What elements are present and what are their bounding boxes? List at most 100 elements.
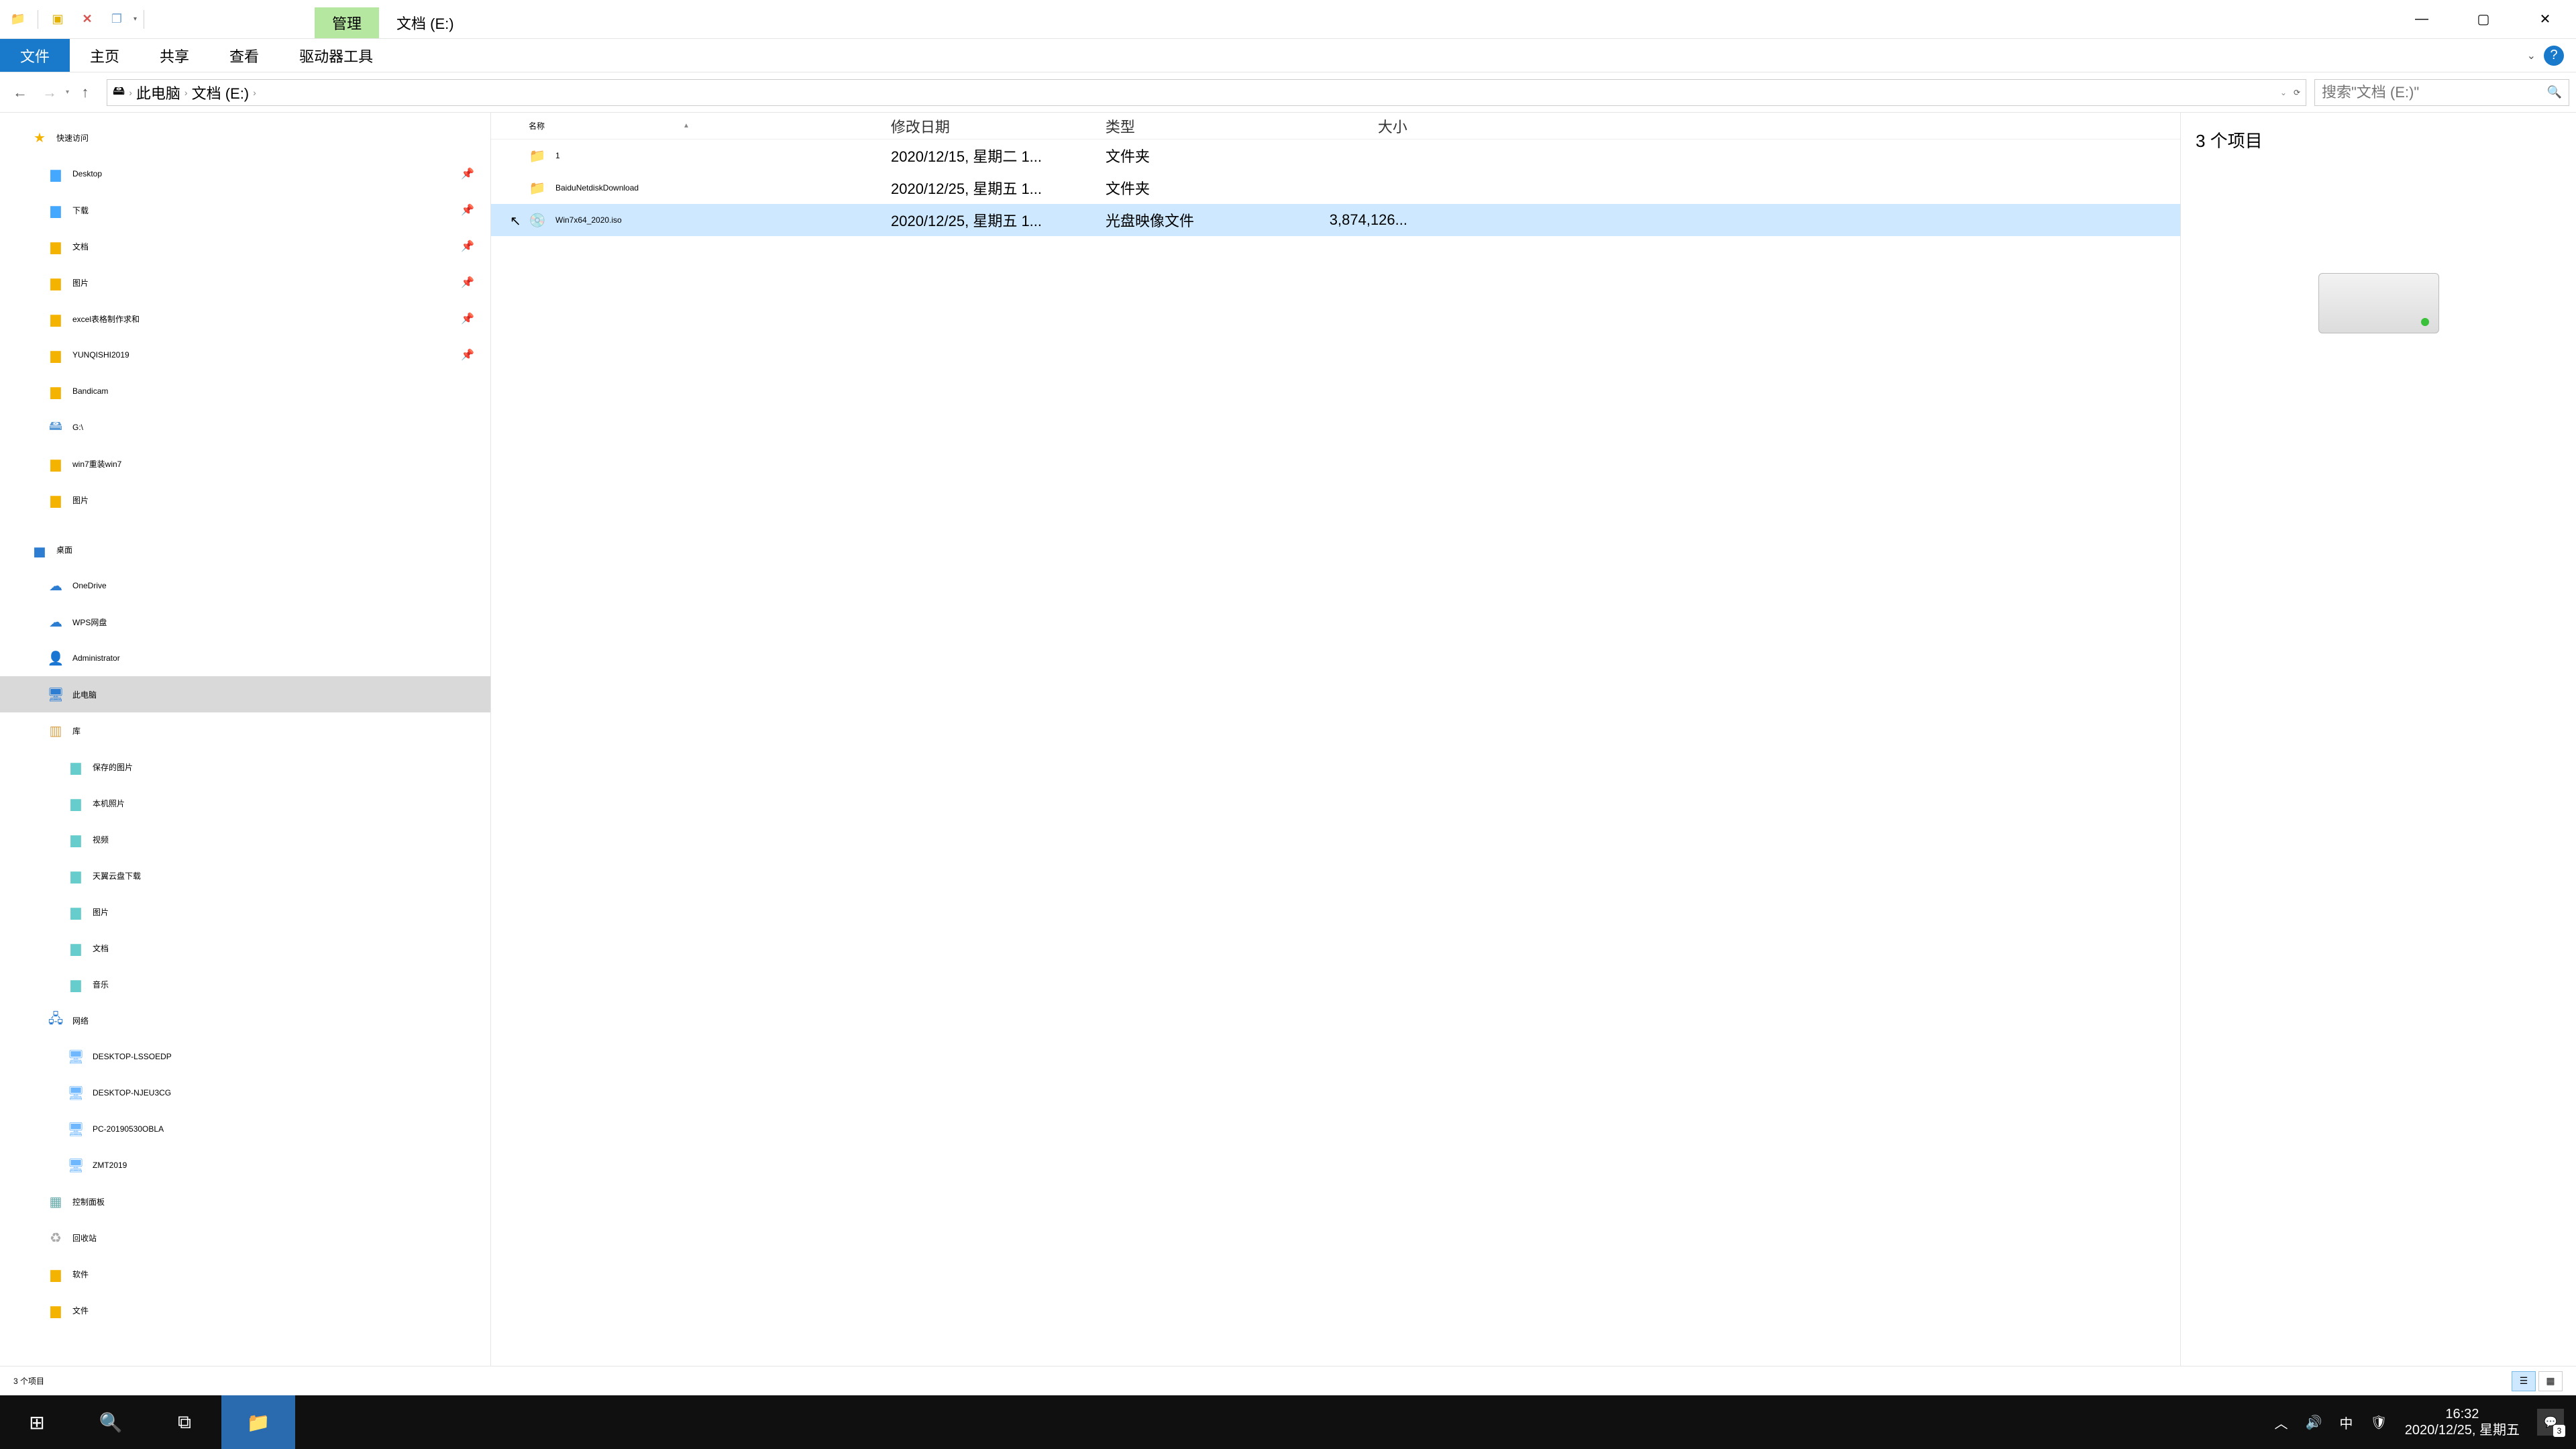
chevron-right-icon[interactable]: › [253, 87, 256, 98]
file-row[interactable]: 📁1 2020/12/15, 星期二 1... 文件夹 [491, 140, 2180, 172]
qat-close-icon[interactable]: ✕ [74, 7, 100, 32]
search-button[interactable]: 🔍 [74, 1395, 148, 1449]
tray-expand-icon[interactable]: ︿ [2274, 1413, 2288, 1432]
tree-lib-docs[interactable]: ▆文档 [0, 930, 490, 966]
search-icon[interactable]: 🔍 [2547, 85, 2562, 99]
folder-icon: ▆ [47, 274, 64, 291]
tree-lib-videos[interactable]: ▆视频 [0, 821, 490, 857]
nav-tree[interactable]: ★快速访问 ▆Desktop📌 ▆下载📌 ▆文档📌 ▆图片📌 ▆excel表格制… [0, 113, 491, 1366]
view-details-button[interactable]: ☰ [2512, 1371, 2536, 1391]
ribbon-tab-drive[interactable]: 驱动器工具 [279, 39, 393, 72]
col-size[interactable]: 大小 [1287, 115, 1407, 137]
tree-downloads[interactable]: ▆下载📌 [0, 192, 490, 228]
tree-control-panel[interactable]: ▦控制面板 [0, 1183, 490, 1220]
nav-forward-button[interactable]: → [36, 79, 63, 106]
chevron-right-icon[interactable]: › [129, 87, 132, 98]
qat-dropdown-icon[interactable]: ▾ [133, 15, 137, 23]
clock[interactable]: 16:32 2020/12/25, 星期五 [2405, 1406, 2520, 1438]
col-date[interactable]: 修改日期 [891, 115, 1106, 137]
minimize-button[interactable]: — [2391, 0, 2453, 39]
tree-yunqishi[interactable]: ▆YUNQISHI2019📌 [0, 337, 490, 373]
ime-indicator[interactable]: 中 [2339, 1413, 2353, 1432]
file-row[interactable]: 💿Win7x64_2020.iso↖ 2020/12/25, 星期五 1... … [491, 204, 2180, 236]
search-box[interactable]: 🔍 [2314, 79, 2569, 106]
ribbon-collapse-icon[interactable]: ⌄ [2527, 49, 2536, 62]
tree-pictures2[interactable]: ▆图片 [0, 482, 490, 518]
tree-onedrive[interactable]: ☁OneDrive [0, 568, 490, 604]
security-icon[interactable]: 🛡 [2370, 1414, 2387, 1431]
tree-net-0[interactable]: 🖥DESKTOP-LSSOEDP [0, 1038, 490, 1075]
tree-wps[interactable]: ☁WPS网盘 [0, 604, 490, 640]
nav-up-button[interactable]: ↑ [72, 79, 99, 106]
tree-desktop[interactable]: ▆Desktop📌 [0, 156, 490, 192]
tree-pictures[interactable]: ▆图片📌 [0, 264, 490, 301]
tree-this-pc[interactable]: 🖥此电脑 [0, 676, 490, 712]
close-button[interactable]: ✕ [2514, 0, 2576, 39]
folder-icon: ▆ [47, 455, 64, 472]
tree-net-3[interactable]: 🖥ZMT2019 [0, 1147, 490, 1183]
view-icons-button[interactable]: ▦ [2538, 1371, 2563, 1391]
ribbon-tab-home[interactable]: 主页 [70, 39, 140, 72]
tree-files[interactable]: ▆文件 [0, 1292, 490, 1328]
breadcrumb-drive[interactable]: 文档 (E:) [192, 82, 250, 103]
tree-lib-pics[interactable]: ▆图片 [0, 894, 490, 930]
breadcrumb-this-pc[interactable]: 此电脑 [136, 82, 180, 103]
tree-network[interactable]: 🖧网络 [0, 1002, 490, 1038]
tree-net-1[interactable]: 🖥DESKTOP-NJEU3CG [0, 1075, 490, 1111]
tree-desktop-root[interactable]: ▅桌面 [0, 531, 490, 568]
navbar: ← → ▾ ↑ 🖴 › 此电脑 › 文档 (E:) › ⌄ ⟳ 🔍 [0, 72, 2576, 113]
nav-back-button[interactable]: ← [7, 79, 34, 106]
col-type[interactable]: 类型 [1106, 115, 1287, 137]
tree-software[interactable]: ▆软件 [0, 1256, 490, 1292]
file-row[interactable]: 📁BaiduNetdiskDownload 2020/12/25, 星期五 1.… [491, 172, 2180, 204]
recycle-icon: ♻ [47, 1230, 64, 1246]
help-icon[interactable]: ? [2544, 46, 2564, 66]
ribbon-tab-file[interactable]: 文件 [0, 39, 70, 72]
tree-lib-saved[interactable]: ▆保存的图片 [0, 749, 490, 785]
ribbon-context-tab[interactable]: 管理 [315, 7, 379, 38]
notification-badge: 3 [2553, 1425, 2565, 1437]
cloud-icon: ☁ [47, 614, 64, 631]
tree-documents[interactable]: ▆文档📌 [0, 228, 490, 264]
qat-properties-icon[interactable]: ▣ [45, 7, 70, 32]
ribbon-tab-view[interactable]: 查看 [209, 39, 279, 72]
tree-recycle[interactable]: ♻回收站 [0, 1220, 490, 1256]
start-button[interactable]: ⊞ [0, 1395, 74, 1449]
refresh-icon[interactable]: ⟳ [2294, 88, 2300, 97]
address-bar[interactable]: 🖴 › 此电脑 › 文档 (E:) › ⌄ ⟳ [107, 79, 2306, 106]
titlebar: 📁 ▣ ✕ ❐ ▾ 管理 文档 (E:) — ▢ ✕ [0, 0, 2576, 39]
explorer-taskbar-button[interactable]: 📁 [221, 1395, 295, 1449]
nav-history-dropdown-icon[interactable]: ▾ [66, 89, 69, 96]
maximize-button[interactable]: ▢ [2453, 0, 2514, 39]
tree-bandicam[interactable]: ▆Bandicam [0, 373, 490, 409]
tree-lib-cloud[interactable]: ▆天翼云盘下载 [0, 857, 490, 894]
search-input[interactable] [2322, 84, 2542, 101]
window-title: 文档 (E:) [379, 7, 472, 38]
file-list[interactable]: 名称 ▲ 修改日期 类型 大小 📁1 2020/12/15, 星期二 1... … [491, 113, 2180, 1366]
app-icon: 📁 [5, 7, 31, 32]
qat-new-icon[interactable]: ❐ [104, 7, 129, 32]
column-headers[interactable]: 名称 ▲ 修改日期 类型 大小 [491, 113, 2180, 140]
task-view-button[interactable]: ⧉ [148, 1395, 221, 1449]
tree-excel[interactable]: ▆excel表格制作求和📌 [0, 301, 490, 337]
pc-icon: 🖥 [67, 1157, 85, 1174]
tree-admin[interactable]: 👤Administrator [0, 640, 490, 676]
star-icon: ★ [31, 129, 48, 146]
address-dropdown-icon[interactable]: ⌄ [2280, 88, 2287, 97]
tree-libraries[interactable]: ▥库 [0, 712, 490, 749]
folder-icon: ▆ [47, 311, 64, 327]
tree-net-2[interactable]: 🖥PC-20190530OBLA [0, 1111, 490, 1147]
folder-icon: ▆ [67, 940, 85, 957]
tree-gdrive[interactable]: 🖴G:\ [0, 409, 490, 445]
action-center-button[interactable]: 💬3 [2537, 1409, 2564, 1436]
folder-icon: ▆ [67, 759, 85, 775]
chevron-right-icon[interactable]: › [184, 87, 188, 98]
col-name[interactable]: 名称 [529, 120, 891, 131]
tree-lib-music[interactable]: ▆音乐 [0, 966, 490, 1002]
ribbon-tab-share[interactable]: 共享 [140, 39, 209, 72]
tree-quick-access[interactable]: ★快速访问 [0, 119, 490, 156]
tree-win7[interactable]: ▆win7重装win7 [0, 445, 490, 482]
volume-icon[interactable]: 🔊 [2305, 1414, 2322, 1431]
system-tray[interactable]: ︿ 🔊 中 🛡 16:32 2020/12/25, 星期五 💬3 [2274, 1406, 2576, 1438]
tree-lib-camera[interactable]: ▆本机照片 [0, 785, 490, 821]
